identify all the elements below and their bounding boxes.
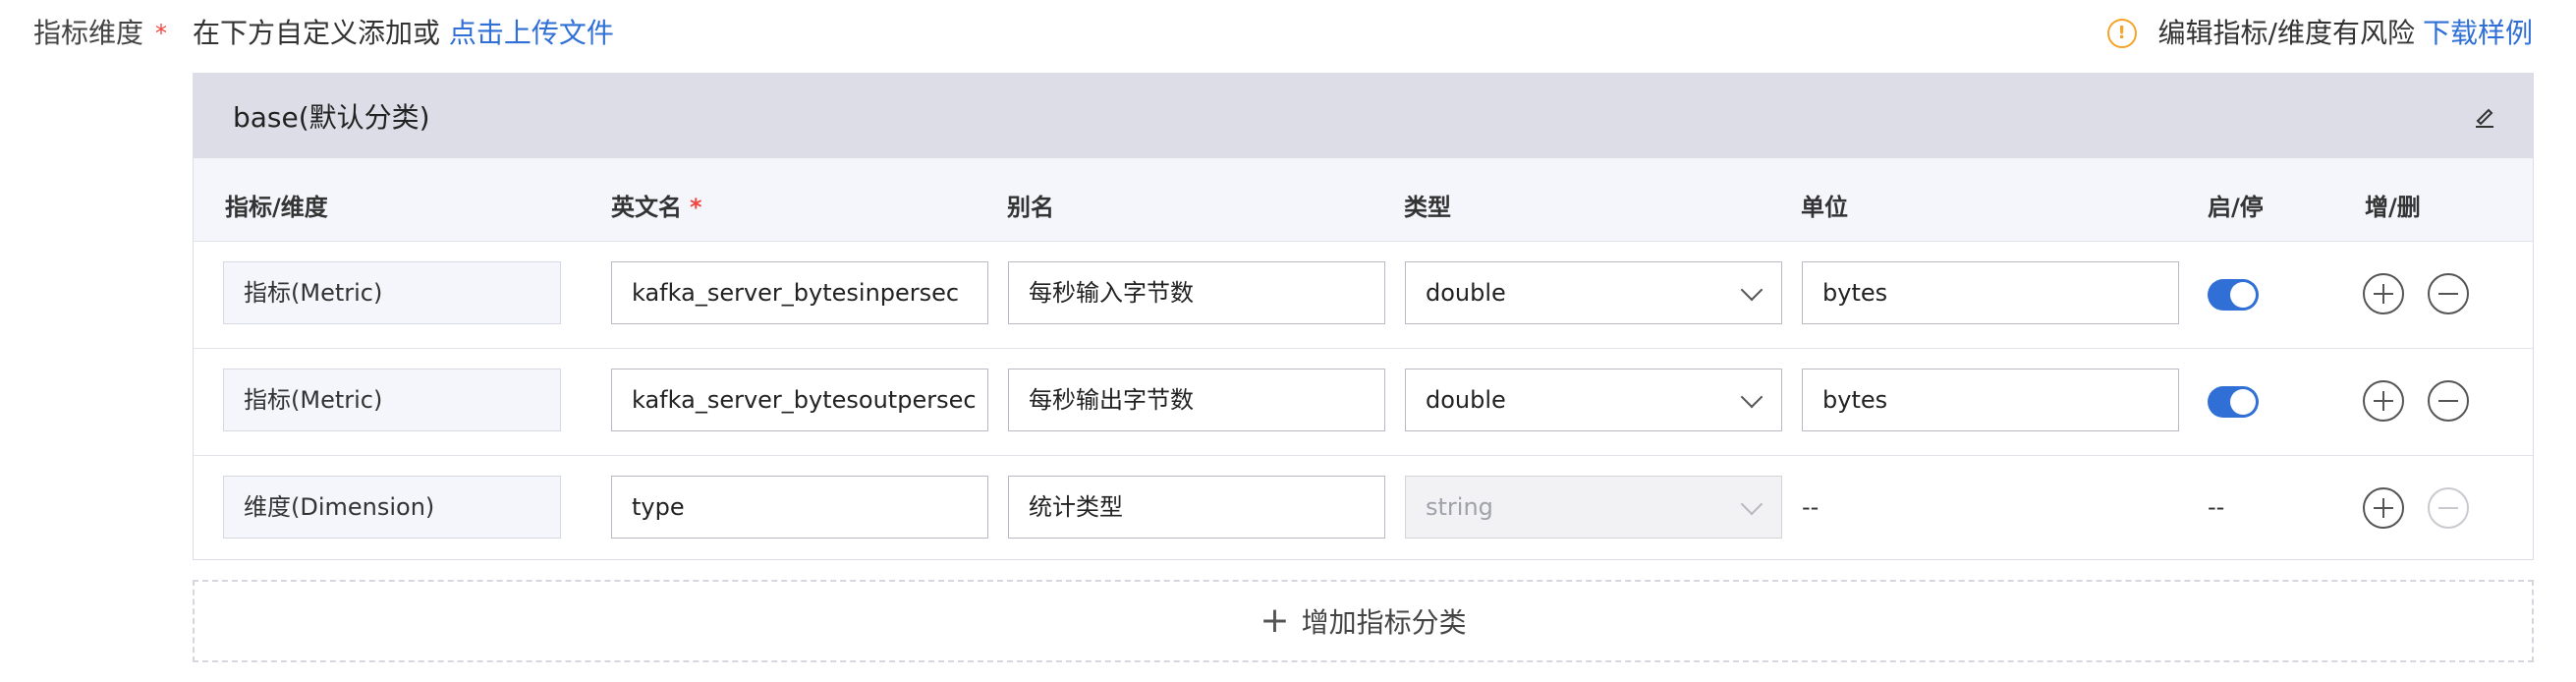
name-input[interactable]: kafka_server_bytesinpersec (611, 261, 988, 324)
download-sample-link[interactable]: 下载样例 (2423, 14, 2533, 53)
kind-field: 维度(Dimension) (223, 476, 561, 539)
name-input[interactable]: kafka_server_bytesoutpersec (611, 369, 988, 431)
add-row-icon[interactable] (2363, 273, 2404, 314)
chevron-down-icon (1740, 278, 1764, 302)
category-title: base(默认分类) (233, 101, 430, 134)
enabled-placeholder: -- (2208, 493, 2225, 521)
upload-file-link[interactable]: 点击上传文件 (449, 17, 614, 49)
remove-row-icon[interactable] (2428, 380, 2469, 422)
table-header: 指标/维度 英文名 * 别名 类型 单位 启/停 增/删 (194, 158, 2533, 242)
table-row: 维度(Dimension) type 统计类型 string -- -- (194, 456, 2533, 562)
alias-input[interactable]: 统计类型 (1008, 476, 1385, 539)
data-type-select: string (1405, 476, 1782, 539)
col-add-remove: 增/删 (2365, 194, 2421, 221)
data-type-select[interactable]: double (1405, 261, 1782, 324)
required-mark: * (155, 20, 168, 47)
remove-row-icon (2428, 487, 2469, 529)
col-type: 指标/维度 (225, 194, 328, 221)
field-help: 在下方自定义添加或 点击上传文件 (193, 14, 614, 53)
chevron-down-icon (1740, 492, 1764, 516)
table-row: 指标(Metric) kafka_server_bytesoutpersec 每… (194, 349, 2533, 456)
category-header: base(默认分类) (194, 74, 2533, 158)
unit-input[interactable]: bytes (1802, 369, 2179, 431)
chevron-down-icon (1740, 385, 1764, 409)
col-data-type: 类型 (1404, 194, 1451, 221)
col-enabled: 启/停 (2208, 194, 2264, 221)
unit-placeholder: -- (1802, 493, 1820, 521)
kind-field: 指标(Metric) (223, 261, 561, 324)
add-category-label: 增加指标分类 (1301, 606, 1467, 639)
category-panel: base(默认分类) 指标/维度 英文名 * 别名 类型 单位 启/停 增/删 指… (193, 73, 2534, 560)
enable-toggle[interactable] (2208, 279, 2259, 311)
warning-text: 编辑指标/维度有风险 (2157, 17, 2415, 49)
add-row-icon[interactable] (2363, 487, 2404, 529)
warning-notice: ! 编辑指标/维度有风险 下载样例 (2106, 14, 2533, 53)
table-row: 指标(Metric) kafka_server_bytesinpersec 每秒… (194, 242, 2533, 349)
exclamation-circle-icon: ! (2106, 19, 2137, 48)
col-name: 英文名 * (611, 194, 702, 221)
data-type-value: string (1426, 493, 1493, 521)
field-label-text: 指标维度 (33, 17, 144, 49)
help-text: 在下方自定义添加或 (193, 17, 441, 49)
data-type-value: double (1426, 279, 1506, 307)
col-alias: 别名 (1007, 194, 1054, 221)
col-unit: 单位 (1801, 194, 1848, 221)
kind-field: 指标(Metric) (223, 369, 561, 431)
enable-toggle[interactable] (2208, 386, 2259, 418)
alias-input[interactable]: 每秒输出字节数 (1008, 369, 1385, 431)
alias-input[interactable]: 每秒输入字节数 (1008, 261, 1385, 324)
unit-input[interactable]: bytes (1802, 261, 2179, 324)
plus-icon: + (1260, 600, 1290, 641)
add-category-button[interactable]: + 增加指标分类 (193, 580, 2534, 662)
data-type-select[interactable]: double (1405, 369, 1782, 431)
name-input[interactable]: type (611, 476, 988, 539)
field-label: 指标维度 * (33, 14, 167, 53)
edit-icon[interactable] (2472, 103, 2497, 129)
add-row-icon[interactable] (2363, 380, 2404, 422)
data-type-value: double (1426, 386, 1506, 414)
remove-row-icon[interactable] (2428, 273, 2469, 314)
